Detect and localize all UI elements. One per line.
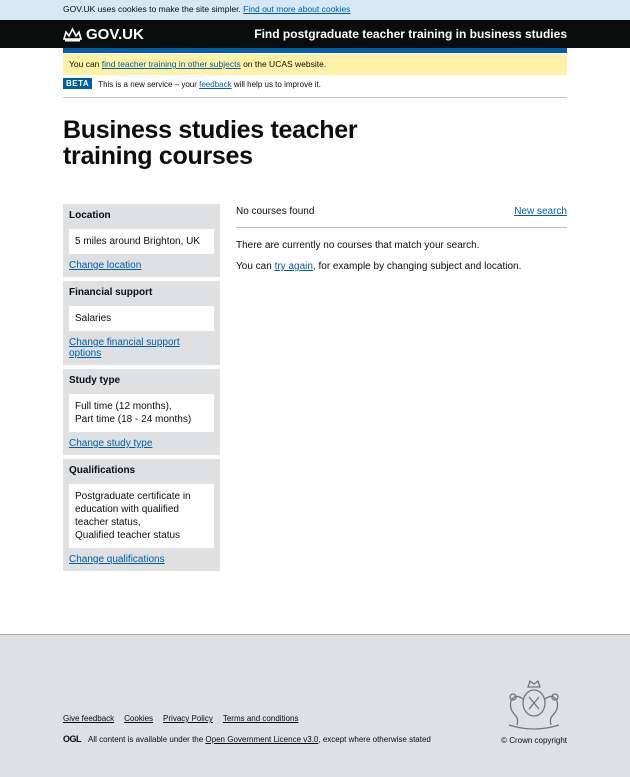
- service-name: Find postgraduate teacher training in bu…: [254, 27, 567, 41]
- ucas-prefix: You can: [69, 59, 102, 69]
- crown-copyright: © Crown copyright: [501, 736, 567, 745]
- footer-link-terms[interactable]: Terms and conditions: [223, 714, 299, 723]
- try-prefix: You can: [236, 261, 275, 272]
- filters-sidebar: Location 5 miles around Brighton, UK Cha…: [63, 204, 220, 575]
- filter-value: Postgraduate certificate in education wi…: [69, 484, 214, 548]
- filter-value: Salaries: [69, 306, 214, 331]
- filter-heading: Location: [69, 210, 111, 221]
- try-suffix: , for example by changing subject and lo…: [312, 261, 522, 272]
- results-header: No courses found New search: [236, 204, 567, 228]
- filter-financial-support: Financial support Salaries Change financ…: [63, 281, 220, 365]
- beta-text: This is a new service – your feedback wi…: [98, 78, 321, 89]
- filter-heading: Financial support: [69, 287, 153, 298]
- cookie-banner: GOV.UK uses cookies to make the site sim…: [0, 0, 630, 20]
- govuk-logo[interactable]: GOV.UK: [63, 26, 144, 43]
- cookie-link[interactable]: Find out more about cookies: [243, 4, 350, 14]
- change-study-type-link[interactable]: Change study type: [69, 438, 214, 449]
- footer-link-cookies[interactable]: Cookies: [124, 714, 153, 723]
- ogl-logo: OGL: [63, 734, 82, 744]
- no-results-message: There are currently no courses that matc…: [236, 240, 480, 251]
- crown-icon: [63, 26, 82, 41]
- filter-heading: Qualifications: [69, 465, 136, 476]
- results-panel: No courses found New search There are cu…: [236, 204, 567, 272]
- cookie-text: GOV.UK uses cookies to make the site sim…: [63, 4, 241, 14]
- licence-link[interactable]: Open Government Licence v3.0: [205, 735, 318, 744]
- footer-link-privacy-policy[interactable]: Privacy Policy: [163, 714, 213, 723]
- beta-tag: BETA: [63, 78, 93, 89]
- new-search-link[interactable]: New search: [514, 206, 567, 217]
- filter-value: 5 miles around Brighton, UK: [69, 229, 214, 254]
- footer-links: Give feedback Cookies Privacy Policy Ter…: [63, 714, 298, 723]
- ucas-banner: You can find teacher training in other s…: [63, 54, 567, 75]
- change-financial-support-link[interactable]: Change financial support options: [69, 337, 214, 359]
- filter-qualifications: Qualifications Postgraduate certificate …: [63, 459, 220, 571]
- feedback-link[interactable]: feedback: [199, 80, 231, 89]
- try-again-message: You can try again, for example by changi…: [236, 261, 567, 272]
- ucas-link[interactable]: find teacher training in other subjects: [102, 59, 241, 69]
- results-count: No courses found: [236, 206, 315, 217]
- filter-study-type: Study type Full time (12 months), Part t…: [63, 369, 220, 455]
- change-qualifications-link[interactable]: Change qualifications: [69, 554, 214, 565]
- logo-text: GOV.UK: [86, 25, 144, 43]
- licence-statement: OGL All content is available under the O…: [63, 734, 431, 744]
- footer-link-give-feedback[interactable]: Give feedback: [63, 714, 114, 723]
- ucas-suffix: on the UCAS website.: [240, 59, 327, 69]
- beta-suffix: will help us to improve it.: [231, 80, 321, 89]
- royal-coat-of-arms-icon: [508, 679, 560, 730]
- beta-banner: BETA This is a new service – your feedba…: [63, 78, 567, 98]
- licence-prefix: All content is available under the: [88, 734, 204, 744]
- page-title: Business studies teacher training course…: [63, 116, 358, 170]
- filter-location: Location 5 miles around Brighton, UK Cha…: [63, 204, 220, 277]
- filter-heading: Study type: [69, 375, 121, 386]
- filter-value: Full time (12 months), Part time (18 - 2…: [69, 394, 214, 432]
- licence-suffix: , except where otherwise stated: [318, 734, 431, 744]
- change-location-link[interactable]: Change location: [69, 260, 214, 271]
- try-again-link[interactable]: try again: [275, 261, 313, 272]
- header-blue-bar: [63, 48, 567, 53]
- beta-prefix: This is a new service – your: [98, 80, 200, 89]
- site-footer: Give feedback Cookies Privacy Policy Ter…: [0, 634, 630, 777]
- site-header: GOV.UK Find postgraduate teacher trainin…: [0, 20, 630, 48]
